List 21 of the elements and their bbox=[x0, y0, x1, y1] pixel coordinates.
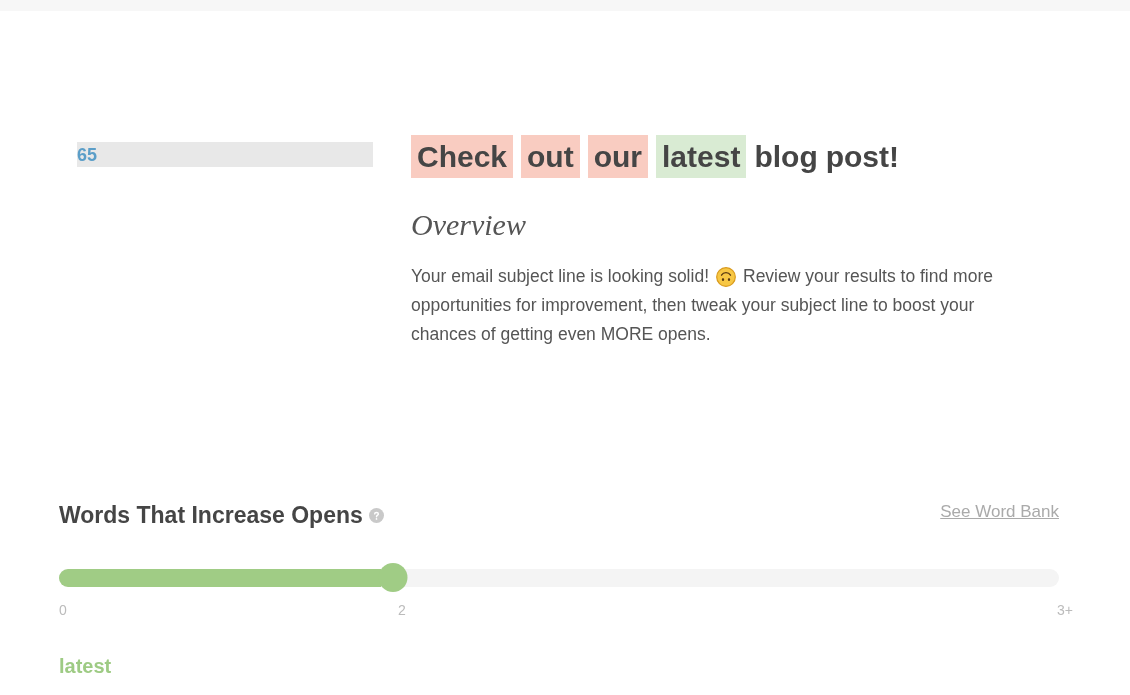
scale-label: 0 bbox=[59, 601, 67, 620]
score-value: 65 bbox=[77, 145, 98, 164]
highlighted-word: our bbox=[587, 135, 648, 178]
word-bank-link[interactable]: See Word Bank bbox=[940, 501, 1059, 523]
overview-title: Overview bbox=[411, 208, 526, 241]
help-icon[interactable] bbox=[368, 508, 384, 523]
highlighted-word: out bbox=[521, 135, 580, 178]
overview-text: opportunities for improvement, then tweak your subject line to boost your bbox=[411, 294, 975, 317]
section-title: Words That Increase Opens bbox=[59, 501, 363, 530]
found-word: latest bbox=[59, 654, 112, 679]
highlighted-word: latest bbox=[656, 135, 747, 178]
upside-down-face-icon bbox=[716, 266, 736, 287]
highlighted-word: Check bbox=[411, 135, 514, 178]
headline-word: blog bbox=[754, 139, 818, 175]
overview-text: Review your results to find more bbox=[743, 265, 993, 288]
headline-word: post! bbox=[825, 139, 900, 175]
scale-label: 3+ bbox=[1057, 601, 1073, 620]
overview-text: chances of getting even MORE opens. bbox=[411, 323, 711, 346]
scale-label: 2 bbox=[398, 601, 406, 620]
slider-thumb[interactable] bbox=[378, 563, 408, 592]
overview-text: Your email subject line is looking solid! bbox=[411, 265, 709, 288]
